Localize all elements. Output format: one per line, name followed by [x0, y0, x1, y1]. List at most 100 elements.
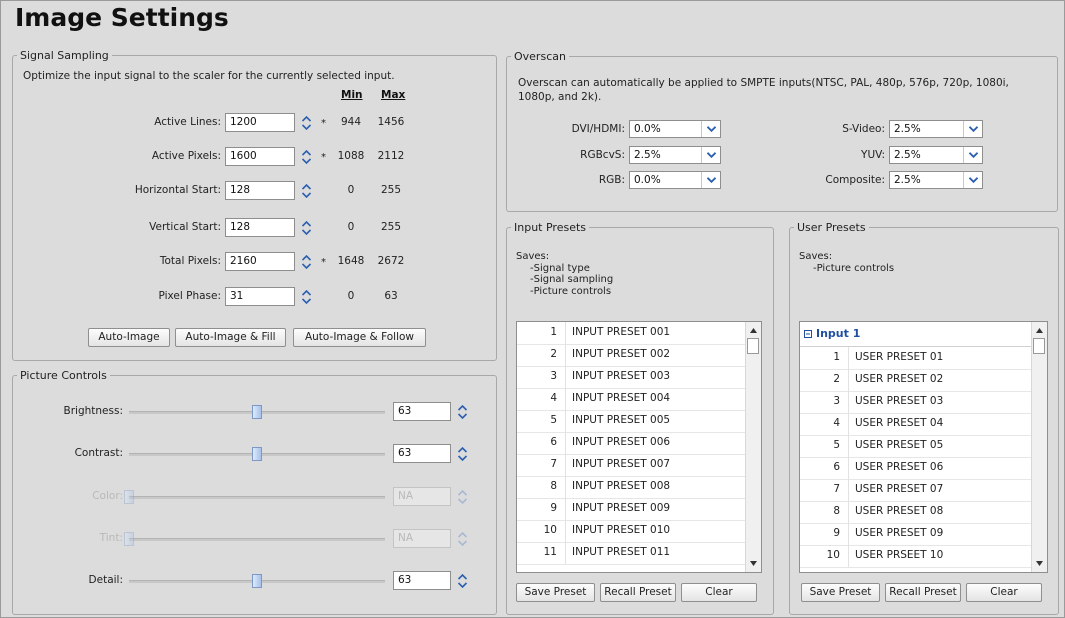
- chevron-down-icon[interactable]: [963, 172, 982, 188]
- signal-row-spinner[interactable]: [299, 287, 314, 306]
- scroll-down-icon[interactable]: [750, 561, 757, 566]
- overscan-select[interactable]: 2.5%: [629, 146, 721, 164]
- signal-row-spinner[interactable]: [299, 181, 314, 200]
- spin-up-icon[interactable]: [302, 183, 311, 190]
- spin-down-icon[interactable]: [458, 454, 467, 461]
- list-item[interactable]: 8 INPUT PRESET 008: [517, 476, 745, 499]
- spin-down-icon[interactable]: [302, 123, 311, 130]
- scroll-thumb[interactable]: [747, 338, 759, 354]
- list-item[interactable]: 7 USER PRESET 07: [800, 479, 1031, 502]
- spin-up-icon[interactable]: [302, 220, 311, 227]
- signal-row-input[interactable]: 31: [225, 287, 295, 306]
- scroll-up-icon[interactable]: [750, 328, 757, 333]
- auto-image-button-3[interactable]: Auto-Image & Follow: [293, 328, 426, 347]
- list-item[interactable]: 2 USER PRESET 02: [800, 369, 1031, 392]
- spin-down-icon[interactable]: [302, 262, 311, 269]
- list-item[interactable]: 9 USER PRESET 09: [800, 523, 1031, 546]
- spin-up-icon[interactable]: [458, 531, 467, 538]
- save-preset-button[interactable]: Save Preset: [516, 583, 595, 602]
- signal-row-input[interactable]: 128: [225, 218, 295, 237]
- list-item[interactable]: 4 USER PRESET 04: [800, 413, 1031, 436]
- overscan-select[interactable]: 2.5%: [889, 171, 983, 189]
- recall-preset-button[interactable]: Recall Preset: [600, 583, 676, 602]
- picture-control-spinner[interactable]: [455, 529, 470, 548]
- list-item[interactable]: 10 USER PRSEET 10: [800, 545, 1031, 568]
- list-item[interactable]: 5 INPUT PRESET 005: [517, 410, 745, 433]
- spin-up-icon[interactable]: [302, 254, 311, 261]
- picture-control-value[interactable]: 63: [393, 402, 451, 421]
- signal-row-spinner[interactable]: [299, 252, 314, 271]
- preset-group-header[interactable]: Input 1: [800, 322, 1032, 347]
- overscan-label: RGB:: [598, 174, 625, 186]
- list-item[interactable]: 3 INPUT PRESET 003: [517, 366, 745, 389]
- chevron-down-icon[interactable]: [963, 147, 982, 163]
- list-item[interactable]: 4 INPUT PRESET 004: [517, 388, 745, 411]
- input-presets-list[interactable]: 1 INPUT PRESET 001 2 INPUT PRESET 002 3 INPUT…: [516, 321, 762, 573]
- overscan-select[interactable]: 2.5%: [889, 120, 983, 138]
- picture-control-spinner[interactable]: [455, 444, 470, 463]
- list-item[interactable]: 1 USER PRESET 01: [800, 347, 1031, 370]
- recall-preset-button[interactable]: Recall Preset: [885, 583, 961, 602]
- list-item[interactable]: 2 INPUT PRESET 002: [517, 344, 745, 367]
- overscan-select[interactable]: 0.0%: [629, 171, 721, 189]
- signal-row-input[interactable]: 128: [225, 181, 295, 200]
- chevron-down-icon[interactable]: [701, 172, 720, 188]
- spin-up-icon[interactable]: [302, 289, 311, 296]
- spin-up-icon[interactable]: [458, 489, 467, 496]
- scroll-down-icon[interactable]: [1036, 561, 1043, 566]
- list-item[interactable]: 1 INPUT PRESET 001: [517, 322, 745, 345]
- scroll-thumb[interactable]: [1033, 338, 1045, 354]
- picture-control-spinner[interactable]: [455, 487, 470, 506]
- auto-image-button-1[interactable]: Auto-Image: [88, 328, 170, 347]
- list-item[interactable]: 6 INPUT PRESET 006: [517, 432, 745, 455]
- spin-down-icon[interactable]: [302, 297, 311, 304]
- chevron-down-icon[interactable]: [701, 121, 720, 137]
- picture-control-slider-thumb[interactable]: [252, 574, 262, 588]
- list-item[interactable]: 10 INPUT PRESET 010: [517, 520, 745, 543]
- picture-control-slider-thumb[interactable]: [252, 405, 262, 419]
- list-item[interactable]: 11 INPUT PRESET 011: [517, 542, 745, 565]
- scroll-up-icon[interactable]: [1036, 328, 1043, 333]
- overscan-select[interactable]: 0.0%: [629, 120, 721, 138]
- clear-button[interactable]: Clear: [966, 583, 1042, 602]
- spin-down-icon[interactable]: [458, 412, 467, 419]
- chevron-down-icon[interactable]: [963, 121, 982, 137]
- spin-down-icon[interactable]: [302, 228, 311, 235]
- clear-button[interactable]: Clear: [681, 583, 757, 602]
- chevron-down-icon[interactable]: [701, 147, 720, 163]
- picture-control-value[interactable]: 63: [393, 571, 451, 590]
- list-item[interactable]: 7 INPUT PRESET 007: [517, 454, 745, 477]
- collapse-icon[interactable]: [804, 330, 812, 338]
- signal-row-spinner[interactable]: [299, 147, 314, 166]
- spin-up-icon[interactable]: [458, 573, 467, 580]
- picture-control-spinner[interactable]: [455, 402, 470, 421]
- auto-image-button-2[interactable]: Auto-Image & Fill: [175, 328, 286, 347]
- signal-row-spinner[interactable]: [299, 218, 314, 237]
- signal-row-input[interactable]: 1200: [225, 113, 295, 132]
- spin-down-icon[interactable]: [302, 157, 311, 164]
- input-presets-scrollbar[interactable]: [745, 322, 761, 572]
- picture-control-value[interactable]: 63: [393, 444, 451, 463]
- spin-down-icon[interactable]: [458, 539, 467, 546]
- picture-control-spinner[interactable]: [455, 571, 470, 590]
- spin-down-icon[interactable]: [458, 497, 467, 504]
- list-item[interactable]: 3 USER PRESET 03: [800, 391, 1031, 414]
- signal-row-input[interactable]: 2160: [225, 252, 295, 271]
- user-presets-list[interactable]: Input 1 1 USER PRESET 01 2 USER PRESET 02 3 U…: [799, 321, 1048, 573]
- user-presets-scrollbar[interactable]: [1031, 322, 1047, 572]
- spin-up-icon[interactable]: [302, 149, 311, 156]
- spin-up-icon[interactable]: [458, 404, 467, 411]
- overscan-select[interactable]: 2.5%: [889, 146, 983, 164]
- picture-control-slider-thumb[interactable]: [252, 447, 262, 461]
- signal-row-input[interactable]: 1600: [225, 147, 295, 166]
- list-item[interactable]: 8 USER PRESET 08: [800, 501, 1031, 524]
- save-preset-button[interactable]: Save Preset: [801, 583, 880, 602]
- spin-up-icon[interactable]: [302, 115, 311, 122]
- list-item[interactable]: 5 USER PRESET 05: [800, 435, 1031, 458]
- spin-down-icon[interactable]: [302, 191, 311, 198]
- list-item[interactable]: 9 INPUT PRESET 009: [517, 498, 745, 521]
- list-item[interactable]: 6 USER PRESET 06: [800, 457, 1031, 480]
- spin-down-icon[interactable]: [458, 581, 467, 588]
- spin-up-icon[interactable]: [458, 446, 467, 453]
- signal-row-spinner[interactable]: [299, 113, 314, 132]
